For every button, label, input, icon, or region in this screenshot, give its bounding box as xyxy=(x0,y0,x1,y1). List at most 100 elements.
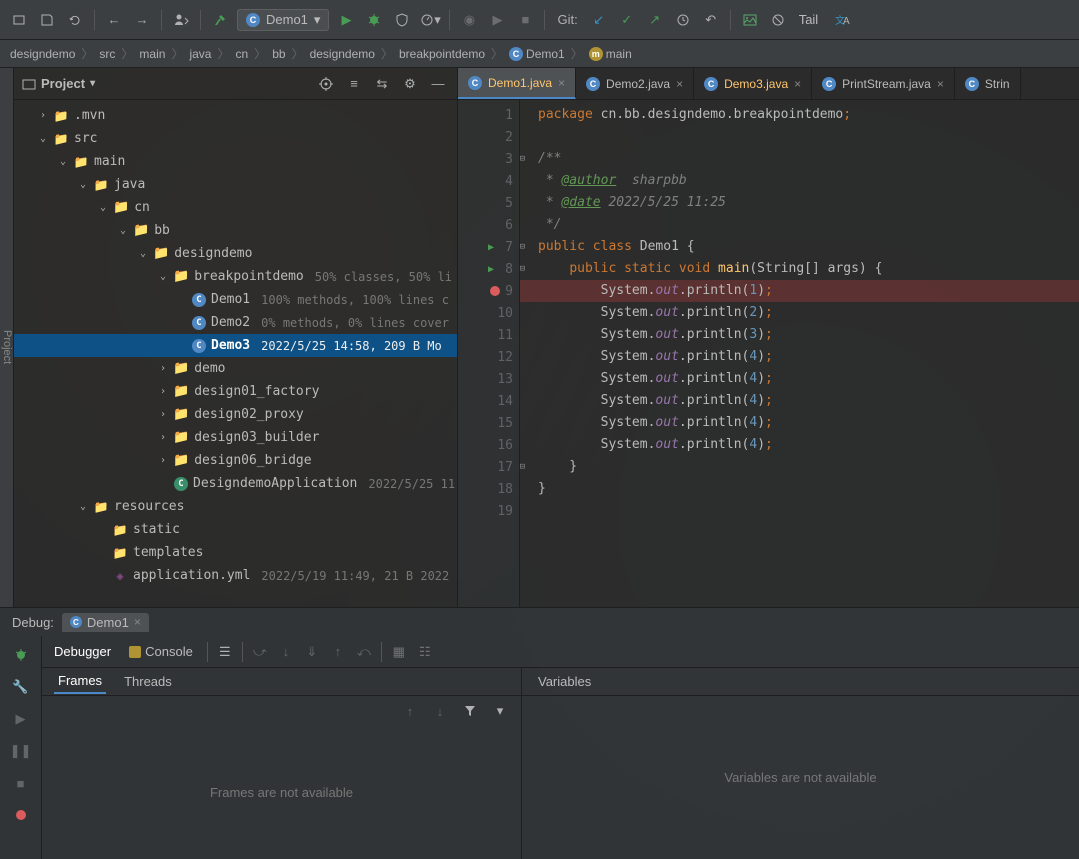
save-icon[interactable] xyxy=(36,9,58,31)
no-entry-icon[interactable] xyxy=(767,9,789,31)
layout-icon[interactable]: ☰ xyxy=(214,641,236,663)
git-rollback-icon[interactable]: ↶ xyxy=(700,9,722,31)
tree-node[interactable]: ›📁design02_proxy xyxy=(14,403,457,426)
close-icon[interactable]: × xyxy=(794,77,801,91)
stop-debug-icon[interactable]: ■ xyxy=(10,772,32,794)
breadcrumb-item[interactable]: CDemo1 xyxy=(509,47,565,61)
run2-icon[interactable]: ▶ xyxy=(486,9,508,31)
tree-node[interactable]: 📁templates xyxy=(14,541,457,564)
breadcrumb-item[interactable]: src xyxy=(99,47,115,61)
tree-node[interactable]: ⌄📁main xyxy=(14,150,457,173)
frames-tab[interactable]: Frames xyxy=(54,669,106,694)
step-into-icon[interactable]: ↓ xyxy=(275,641,297,663)
breadcrumb-item[interactable]: designdemo xyxy=(10,47,75,61)
breakpoint-icon[interactable] xyxy=(490,286,500,296)
minimize-icon[interactable]: — xyxy=(427,73,449,95)
run-gutter-icon[interactable]: ▶ xyxy=(488,264,494,275)
next-frame-icon[interactable]: ↓ xyxy=(429,700,451,722)
tree-node-app[interactable]: CDesigndemoApplication2022/5/25 11 xyxy=(14,472,457,495)
editor-tab[interactable]: CPrintStream.java× xyxy=(812,68,955,99)
evaluate-icon[interactable]: ▦ xyxy=(388,641,410,663)
locate-icon[interactable] xyxy=(315,73,337,95)
gear-icon[interactable]: ⚙ xyxy=(399,73,421,95)
rerun-debug-icon[interactable] xyxy=(10,644,32,666)
editor-tab[interactable]: CDemo2.java× xyxy=(576,68,694,99)
translate-icon[interactable]: 文A xyxy=(832,9,854,31)
run-icon[interactable]: ▶ xyxy=(335,9,357,31)
tree-node[interactable]: ⌄📁bb xyxy=(14,219,457,242)
collapse-icon[interactable]: ⇆ xyxy=(371,73,393,95)
drop-frame-icon[interactable]: ⤺ xyxy=(353,641,375,663)
breadcrumb-item[interactable]: java xyxy=(189,47,211,61)
tree-node-appyml[interactable]: ◈application.yml2022/5/19 11:49, 21 B 20… xyxy=(14,564,457,587)
breadcrumb-item[interactable]: bb xyxy=(272,47,285,61)
back-icon[interactable]: ← xyxy=(103,9,125,31)
profile-icon[interactable]: ▾ xyxy=(419,9,441,31)
hammer-icon[interactable] xyxy=(209,9,231,31)
step-over-icon[interactable]: ⤻ xyxy=(249,641,271,663)
open-icon[interactable] xyxy=(8,9,30,31)
settings-icon[interactable]: 🔧 xyxy=(10,676,32,698)
view-breakpoints-icon[interactable] xyxy=(10,804,32,826)
user-icon[interactable] xyxy=(170,9,192,31)
left-tool-rail[interactable]: Project xyxy=(0,68,14,607)
attach-icon[interactable]: ◉ xyxy=(458,9,480,31)
console-tab[interactable]: Console xyxy=(129,644,193,659)
debug-session-tab[interactable]: C Demo1 × xyxy=(62,613,149,632)
close-icon[interactable]: × xyxy=(558,76,565,90)
more-icon[interactable]: ☷ xyxy=(414,641,436,663)
code-content[interactable]: package cn.bb.designdemo.breakpointdemo;… xyxy=(520,100,1079,607)
tree-node[interactable]: ›📁demo xyxy=(14,357,457,380)
tree-node[interactable]: ›📁design06_bridge xyxy=(14,449,457,472)
gutter[interactable]: 1 2 3⊟ 4 5 6 ▶7⊟ ▶8⊟ 9 10 11 12 13 14 15… xyxy=(458,100,520,607)
tree-node[interactable]: 📁static xyxy=(14,518,457,541)
debug-icon[interactable] xyxy=(363,9,385,31)
tree-node[interactable]: ⌄📁cn xyxy=(14,196,457,219)
git-history-icon[interactable] xyxy=(672,9,694,31)
git-push-icon[interactable]: ↗ xyxy=(644,9,666,31)
run-config-selector[interactable]: C Demo1 ▾ xyxy=(237,9,329,31)
git-commit-icon[interactable]: ✓ xyxy=(616,9,638,31)
debugger-tab[interactable]: Debugger xyxy=(50,640,115,663)
tree-node[interactable]: ›📁design03_builder xyxy=(14,426,457,449)
breadcrumb-item[interactable]: designdemo xyxy=(310,47,375,61)
refresh-icon[interactable] xyxy=(64,9,86,31)
tree-node[interactable]: ⌄📁breakpointdemo50% classes, 50% li xyxy=(14,265,457,288)
project-tree[interactable]: ›📁.mvn ⌄📁src ⌄📁main ⌄📁java ⌄📁cn ⌄📁bb ⌄📁d… xyxy=(14,100,457,607)
expand-icon[interactable]: ≡ xyxy=(343,73,365,95)
close-icon[interactable]: × xyxy=(134,615,141,629)
chevron-down-icon[interactable]: ▾ xyxy=(489,700,511,722)
tree-node[interactable]: ›📁design01_factory xyxy=(14,380,457,403)
threads-tab[interactable]: Threads xyxy=(120,670,176,693)
breadcrumb-item[interactable]: breakpointdemo xyxy=(399,47,485,61)
close-icon[interactable]: × xyxy=(676,77,683,91)
breadcrumb-item[interactable]: cn xyxy=(235,47,248,61)
tree-node-demo1[interactable]: CDemo1100% methods, 100% lines c xyxy=(14,288,457,311)
tree-node[interactable]: ⌄📁designdemo xyxy=(14,242,457,265)
image-icon[interactable] xyxy=(739,9,761,31)
coverage-icon[interactable] xyxy=(391,9,413,31)
prev-frame-icon[interactable]: ↑ xyxy=(399,700,421,722)
filter-icon[interactable] xyxy=(459,700,481,722)
editor-tab[interactable]: CDemo3.java× xyxy=(694,68,812,99)
variables-tab[interactable]: Variables xyxy=(534,670,595,693)
tree-node[interactable]: ⌄📁src xyxy=(14,127,457,150)
editor-tab[interactable]: CStrin xyxy=(955,68,1021,99)
tree-node[interactable]: ›📁.mvn xyxy=(14,104,457,127)
close-icon[interactable]: × xyxy=(937,77,944,91)
step-out-icon[interactable]: ↑ xyxy=(327,641,349,663)
stop-icon[interactable]: ■ xyxy=(514,9,536,31)
breadcrumb-item[interactable]: main xyxy=(139,47,165,61)
breadcrumb-item[interactable]: mmain xyxy=(589,47,632,61)
tree-node[interactable]: ⌄📁resources xyxy=(14,495,457,518)
resume-icon[interactable]: ▶ xyxy=(10,708,32,730)
editor-tab[interactable]: CDemo1.java× xyxy=(458,68,576,99)
forward-icon[interactable]: → xyxy=(131,9,153,31)
git-update-icon[interactable]: ↙ xyxy=(588,9,610,31)
tree-node-demo3[interactable]: CDemo32022/5/25 14:58, 209 B Mo xyxy=(14,334,457,357)
run-gutter-icon[interactable]: ▶ xyxy=(488,242,494,253)
tree-node[interactable]: ⌄📁java xyxy=(14,173,457,196)
editor-body[interactable]: 1 2 3⊟ 4 5 6 ▶7⊟ ▶8⊟ 9 10 11 12 13 14 15… xyxy=(458,100,1079,607)
tree-node-demo2[interactable]: CDemo20% methods, 0% lines cover xyxy=(14,311,457,334)
force-step-icon[interactable]: ⇓ xyxy=(301,641,323,663)
